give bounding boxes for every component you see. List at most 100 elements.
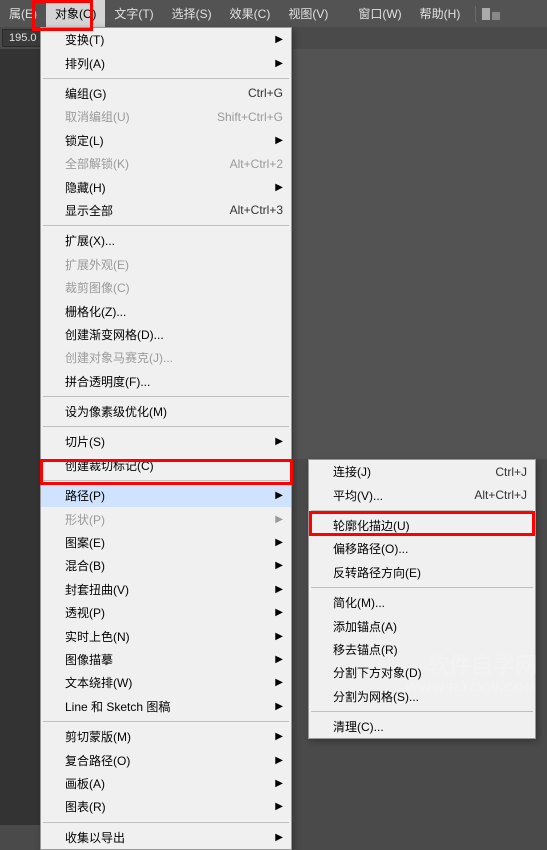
object-menu-item[interactable]: 透视(P)▶ xyxy=(41,601,291,624)
menu-item-label: 形状(P) xyxy=(65,511,283,528)
menu-item-label: 移去锚点(R) xyxy=(333,641,527,658)
object-menu-item[interactable]: 图案(E)▶ xyxy=(41,531,291,554)
menu-item-label: 路径(P) xyxy=(65,487,283,504)
menubar: 属(E) 对象(O) 文字(T) 选择(S) 效果(C) 视图(V) 窗口(W)… xyxy=(0,0,547,27)
object-menu-item: 形状(P)▶ xyxy=(41,507,291,530)
menu-item-label: 创建渐变网格(D)... xyxy=(65,326,283,343)
submenu-arrow-icon: ▶ xyxy=(275,34,283,45)
submenu-arrow-icon: ▶ xyxy=(275,701,283,712)
object-menu-item[interactable]: 实时上色(N)▶ xyxy=(41,624,291,647)
path-submenu-item[interactable]: 简化(M)... xyxy=(309,591,535,614)
menu-item-shortcut: Shift+Ctrl+G xyxy=(217,110,283,124)
width-value[interactable]: 195.0 xyxy=(2,29,44,47)
menu-item-label: 锁定(L) xyxy=(65,132,283,149)
menu-separator xyxy=(311,711,533,712)
path-submenu-item[interactable]: 移去锚点(R) xyxy=(309,638,535,661)
path-submenu-item[interactable]: 清理(C)... xyxy=(309,715,535,738)
object-menu-item[interactable]: Line 和 Sketch 图稿▶ xyxy=(41,695,291,718)
menu-item-label: 创建裁切标记(C) xyxy=(65,457,283,474)
menu-item-label: 平均(V)... xyxy=(333,487,454,504)
menu-effect[interactable]: 效果(C) xyxy=(221,0,280,27)
object-menu-item[interactable]: 锁定(L)▶ xyxy=(41,129,291,152)
menu-item-label: 剪切蒙版(M) xyxy=(65,728,283,745)
object-menu-item[interactable]: 剪切蒙版(M)▶ xyxy=(41,725,291,748)
menu-separator xyxy=(43,721,289,722)
object-menu-item: 取消编组(U)Shift+Ctrl+G xyxy=(41,105,291,128)
menu-view[interactable]: 视图(V) xyxy=(279,0,337,27)
menu-item-label: 透视(P) xyxy=(65,604,283,621)
object-menu-item[interactable]: 路径(P)▶ xyxy=(41,484,291,507)
object-menu-item: 扩展外观(E) xyxy=(41,253,291,276)
menu-item-label: 简化(M)... xyxy=(333,594,527,611)
path-submenu-item[interactable]: 连接(J)Ctrl+J xyxy=(309,460,535,483)
menu-select[interactable]: 选择(S) xyxy=(163,0,221,27)
panel-area xyxy=(293,49,547,459)
object-menu-item[interactable]: 扩展(X)... xyxy=(41,229,291,252)
submenu-arrow-icon: ▶ xyxy=(275,560,283,571)
menu-window[interactable]: 窗口(W) xyxy=(349,0,410,27)
menu-item-label: 实时上色(N) xyxy=(65,628,283,645)
submenu-arrow-icon: ▶ xyxy=(275,607,283,618)
object-menu-item[interactable]: 画板(A)▶ xyxy=(41,772,291,795)
menu-item-label: 切片(S) xyxy=(65,433,283,450)
object-menu-item[interactable]: 拼合透明度(F)... xyxy=(41,369,291,392)
object-menu-item[interactable]: 图像描摹▶ xyxy=(41,648,291,671)
object-menu-item[interactable]: 文本绕排(W)▶ xyxy=(41,671,291,694)
menu-item-label: 轮廓化描边(U) xyxy=(333,517,527,534)
object-menu-item[interactable]: 创建裁切标记(C) xyxy=(41,454,291,477)
object-menu-item[interactable]: 图表(R)▶ xyxy=(41,795,291,818)
menu-item-label: 显示全部 xyxy=(65,202,210,219)
menu-item-label: 画板(A) xyxy=(65,775,283,792)
menu-item-shortcut: Alt+Ctrl+2 xyxy=(230,157,283,171)
submenu-arrow-icon: ▶ xyxy=(275,436,283,447)
menu-item-label: 复合路径(O) xyxy=(65,752,283,769)
menu-item-label: 编组(G) xyxy=(65,85,228,102)
object-menu-item[interactable]: 显示全部Alt+Ctrl+3 xyxy=(41,199,291,222)
path-submenu-item[interactable]: 分割下方对象(D) xyxy=(309,661,535,684)
path-submenu-item[interactable]: 平均(V)...Alt+Ctrl+J xyxy=(309,483,535,506)
menu-item-label: 封套扭曲(V) xyxy=(65,581,283,598)
submenu-arrow-icon: ▶ xyxy=(275,537,283,548)
object-menu-item[interactable]: 设为像素级优化(M) xyxy=(41,400,291,423)
object-menu-item[interactable]: 编组(G)Ctrl+G xyxy=(41,82,291,105)
object-menu-item[interactable]: 收集以导出▶ xyxy=(41,826,291,849)
menu-item-label: 排列(A) xyxy=(65,55,283,72)
menu-item-label: 反转路径方向(E) xyxy=(333,564,527,581)
path-submenu-item[interactable]: 轮廓化描边(U) xyxy=(309,514,535,537)
path-submenu-item[interactable]: 偏移路径(O)... xyxy=(309,537,535,560)
menu-item-label: 文本绕排(W) xyxy=(65,674,283,691)
menu-item-label: 混合(B) xyxy=(65,557,283,574)
menu-separator xyxy=(311,587,533,588)
object-menu-item[interactable]: 切片(S)▶ xyxy=(41,430,291,453)
menu-type[interactable]: 文字(T) xyxy=(105,0,162,27)
object-menu-item: 裁剪图像(C) xyxy=(41,276,291,299)
canvas-background xyxy=(0,49,40,825)
menu-help[interactable]: 帮助(H) xyxy=(411,0,470,27)
menu-item-shortcut: Ctrl+J xyxy=(495,465,527,479)
menu-edit[interactable]: 属(E) xyxy=(0,0,46,27)
object-menu-item[interactable]: 复合路径(O)▶ xyxy=(41,748,291,771)
object-menu-item[interactable]: 排列(A)▶ xyxy=(41,51,291,74)
path-submenu-item[interactable]: 分割为网格(S)... xyxy=(309,685,535,708)
path-submenu-item[interactable]: 反转路径方向(E) xyxy=(309,561,535,584)
workspace-switcher-icon[interactable] xyxy=(482,8,500,20)
menu-separator xyxy=(43,396,289,397)
menu-item-label: 裁剪图像(C) xyxy=(65,279,283,296)
menu-item-label: 拼合透明度(F)... xyxy=(65,373,283,390)
submenu-arrow-icon: ▶ xyxy=(275,135,283,146)
menu-item-label: 清理(C)... xyxy=(333,718,527,735)
object-menu-item[interactable]: 创建渐变网格(D)... xyxy=(41,323,291,346)
menu-object[interactable]: 对象(O) xyxy=(46,0,105,27)
object-menu-item[interactable]: 封套扭曲(V)▶ xyxy=(41,578,291,601)
object-menu-item: 创建对象马赛克(J)... xyxy=(41,346,291,369)
object-menu-item[interactable]: 变换(T)▶ xyxy=(41,28,291,51)
object-menu-item[interactable]: 隐藏(H)▶ xyxy=(41,175,291,198)
menu-item-label: 图像描摹 xyxy=(65,651,283,668)
menu-item-label: 扩展外观(E) xyxy=(65,256,283,273)
object-menu-item[interactable]: 混合(B)▶ xyxy=(41,554,291,577)
menu-item-label: 隐藏(H) xyxy=(65,179,283,196)
menu-separator xyxy=(43,480,289,481)
object-menu-item[interactable]: 栅格化(Z)... xyxy=(41,299,291,322)
menu-separator xyxy=(43,822,289,823)
path-submenu-item[interactable]: 添加锚点(A) xyxy=(309,614,535,637)
